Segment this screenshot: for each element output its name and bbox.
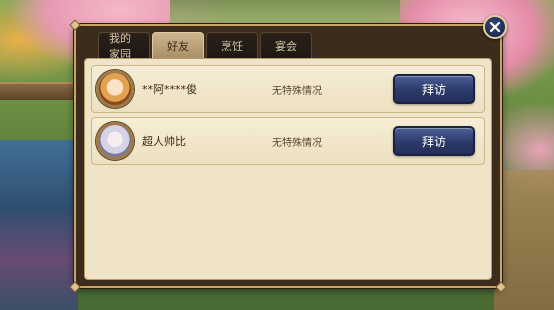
friend-status: 无特殊情况: [272, 85, 322, 97]
avatar[interactable]: [96, 122, 134, 160]
close-icon: [489, 21, 501, 33]
tab-my-home[interactable]: 我的家园: [98, 32, 150, 61]
visit-button[interactable]: 拜访: [393, 74, 475, 104]
tab-bar: 我的家园 好友 烹饪 宴会: [98, 32, 312, 61]
tab-friends[interactable]: 好友: [152, 32, 204, 58]
background-trees: [170, 0, 400, 26]
friend-status: 无特殊情况: [272, 137, 322, 149]
friend-name: 超人帅比: [142, 135, 186, 148]
friend-name: **阿****俊: [142, 83, 197, 96]
background-bridge: [0, 82, 78, 100]
friend-row: **阿****俊 无特殊情况 拜访: [91, 65, 485, 113]
visit-button[interactable]: 拜访: [393, 126, 475, 156]
background-water: [0, 140, 78, 310]
tab-banquet[interactable]: 宴会: [260, 32, 312, 58]
home-panel: 我的家园 好友 烹饪 宴会 **阿****俊 无特殊情况 拜访 超人帅比 无特殊…: [69, 19, 507, 293]
friend-row: 超人帅比 无特殊情况 拜访: [91, 117, 485, 165]
tab-cooking[interactable]: 烹饪: [206, 32, 258, 58]
friends-list: **阿****俊 无特殊情况 拜访 超人帅比 无特殊情况 拜访: [84, 58, 492, 280]
close-button[interactable]: [483, 15, 507, 39]
avatar[interactable]: [96, 70, 134, 108]
